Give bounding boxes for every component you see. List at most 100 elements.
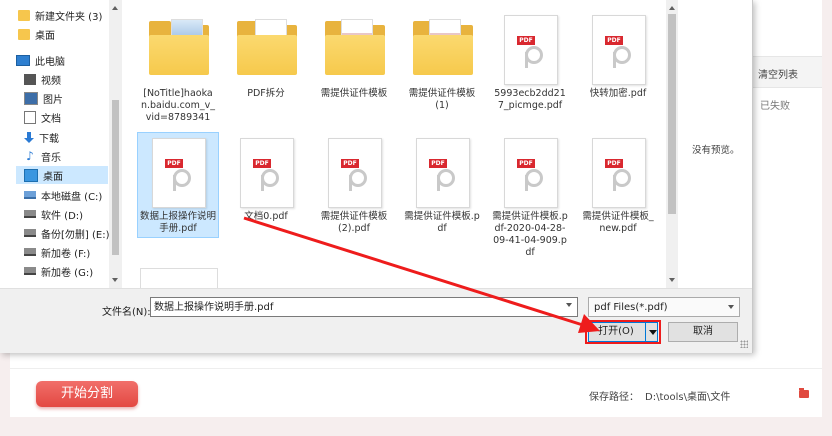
nav-item-label: 备份[勿删] (E:): [41, 229, 110, 241]
desktop-icon: [24, 168, 38, 182]
file-tile-folder[interactable]: [NoTitle]haokan.baidu.com_v_vid=8789341: [138, 10, 218, 126]
folder-icon: [141, 13, 215, 87]
file-tile-folder[interactable]: 需提供证件模板: [314, 10, 394, 102]
nav-item-label: 下载: [39, 133, 59, 145]
preview-text: 没有预览。: [692, 145, 740, 156]
nav-item-label: 桌面: [35, 30, 55, 42]
drive-icon: [24, 248, 36, 256]
drive-icon: [24, 229, 36, 237]
folder-icon: [317, 13, 391, 87]
file-name: 需提供证件模板_new.pdf: [582, 211, 654, 234]
chevron-down-icon[interactable]: [566, 303, 572, 307]
pdf-file-icon: PDF: [317, 136, 391, 210]
scroll-up-icon[interactable]: [669, 6, 675, 10]
nav-item-label: 音乐: [41, 152, 61, 164]
split-divider: [645, 323, 646, 341]
folder-icon: [18, 28, 30, 40]
file-list-scrollbar[interactable]: [666, 0, 678, 288]
nav-item-downloads[interactable]: 下载: [24, 128, 59, 146]
open-file-dialog: 新建文件夹 (3) 桌面 此电脑 视频 图片 文档 下载 ♪ 音乐 桌面 本地磁盘…: [0, 0, 753, 353]
nav-item-label: 新加卷 (F:): [41, 248, 91, 260]
nav-item-pictures[interactable]: 图片: [24, 89, 63, 107]
nav-item-new-folder-3[interactable]: 新建文件夹 (3): [18, 6, 102, 24]
save-path-value[interactable]: D:\tools\桌面\文件: [645, 388, 730, 403]
nav-item-label: 新加卷 (G:): [41, 267, 94, 279]
file-tile-folder[interactable]: PDF拆分: [226, 10, 306, 102]
file-tile-partial[interactable]: [140, 268, 218, 288]
file-name: 快转加密.pdf: [589, 88, 647, 99]
pdf-file-icon: PDF: [493, 13, 567, 87]
file-name: 文档0.pdf: [244, 211, 288, 222]
pdf-file-icon: PDF: [581, 136, 655, 210]
pdf-file-icon: PDF: [229, 136, 303, 210]
open-button-label: 打开(O): [598, 326, 634, 337]
file-name: 需提供证件模板 (1): [408, 88, 476, 111]
file-tile-pdf[interactable]: PDF 需提供证件模板_new.pdf: [578, 133, 658, 237]
nav-item-label: 文档: [41, 113, 61, 125]
nav-item-desktop[interactable]: 桌面: [16, 166, 108, 184]
nav-item-label: 软件 (D:): [41, 210, 84, 222]
folder-icon: [18, 9, 30, 21]
file-name: 数据上报操作说明手册.pdf: [140, 211, 217, 234]
scroll-down-icon[interactable]: [112, 278, 118, 282]
nav-item-drive-d[interactable]: 软件 (D:): [24, 205, 83, 223]
nav-item-drive-g[interactable]: 新加卷 (G:): [24, 262, 93, 280]
navigation-pane: 新建文件夹 (3) 桌面 此电脑 视频 图片 文档 下载 ♪ 音乐 桌面 本地磁盘…: [0, 0, 122, 288]
file-tile-pdf[interactable]: PDF 需提供证件模板 (2).pdf: [314, 133, 394, 237]
file-tile-pdf[interactable]: PDF 需提供证件模板.pdf: [402, 133, 482, 237]
computer-icon: [16, 54, 30, 66]
nav-scrollbar[interactable]: [109, 0, 122, 288]
drive-c-icon: [24, 191, 36, 199]
nav-item-label: 桌面: [43, 171, 63, 183]
scroll-up-icon[interactable]: [112, 6, 118, 10]
open-folder-icon[interactable]: [799, 388, 809, 398]
open-button[interactable]: 打开(O): [588, 322, 658, 342]
scroll-down-icon[interactable]: [669, 278, 675, 282]
nav-item-desktop-folder[interactable]: 桌面: [18, 25, 55, 43]
file-name: 5993ecb2dd217_picmge.pdf: [494, 88, 566, 111]
folder-icon: [405, 13, 479, 87]
download-icon: [24, 131, 34, 143]
video-icon: [24, 73, 36, 85]
file-tile-pdf[interactable]: PDF 需提供证件模板.pdf-2020-04-28-09-41-04-909.…: [490, 133, 570, 261]
scroll-thumb[interactable]: [112, 100, 119, 255]
nav-item-this-pc[interactable]: 此电脑: [16, 51, 65, 69]
file-tile-pdf-selected[interactable]: PDF 数据上报操作说明手册.pdf: [137, 132, 219, 238]
pdf-file-icon: PDF: [581, 13, 655, 87]
start-split-button[interactable]: 开始分割: [36, 381, 138, 407]
file-tile-pdf[interactable]: PDF 快转加密.pdf: [578, 10, 658, 102]
file-name: [NoTitle]haokan.baidu.com_v_vid=8789341: [140, 88, 215, 123]
nav-item-label: 本地磁盘 (C:): [41, 191, 103, 203]
file-name: 需提供证件模板.pdf-2020-04-28-09-41-04-909.pdf: [492, 211, 568, 258]
drive-icon: [24, 210, 36, 218]
file-name: 需提供证件模板 (2).pdf: [320, 211, 388, 234]
save-path-label: 保存路径：: [589, 392, 639, 403]
music-icon: ♪: [26, 148, 34, 163]
nav-item-videos[interactable]: 视频: [24, 70, 61, 88]
filename-input[interactable]: 数据上报操作说明手册.pdf: [150, 297, 578, 317]
scroll-thumb[interactable]: [668, 14, 676, 214]
file-name: 需提供证件模板: [320, 88, 388, 99]
clear-list-button[interactable]: 清空列表: [758, 66, 798, 81]
cancel-button[interactable]: 取消: [668, 322, 738, 342]
nav-item-drive-f[interactable]: 新加卷 (F:): [24, 243, 90, 261]
failed-status: 已失败: [760, 101, 790, 112]
nav-item-drive-e[interactable]: 备份[勿删] (E:): [24, 224, 109, 242]
file-list: [NoTitle]haokan.baidu.com_v_vid=8789341 …: [126, 0, 666, 288]
nav-item-drive-c[interactable]: 本地磁盘 (C:): [24, 186, 102, 204]
chevron-down-icon[interactable]: [649, 330, 657, 335]
file-tile-pdf[interactable]: PDF 5993ecb2dd217_picmge.pdf: [490, 10, 570, 114]
nav-item-documents[interactable]: 文档: [24, 108, 61, 126]
file-tile-pdf[interactable]: PDF 文档0.pdf: [226, 133, 306, 225]
nav-item-label: 新建文件夹 (3): [35, 11, 103, 23]
filename-label: 文件名(N):: [102, 307, 151, 318]
file-type-select[interactable]: pdf Files(*.pdf): [588, 297, 740, 317]
document-icon: [24, 110, 36, 124]
nav-item-music[interactable]: ♪ 音乐: [24, 147, 61, 165]
folder-icon: [229, 13, 303, 87]
pictures-icon: [24, 91, 38, 105]
chevron-down-icon[interactable]: [728, 305, 734, 309]
file-tile-folder[interactable]: 需提供证件模板 (1): [402, 10, 482, 114]
pdf-file-icon: PDF: [141, 136, 215, 210]
resize-grip-icon[interactable]: [740, 340, 748, 348]
